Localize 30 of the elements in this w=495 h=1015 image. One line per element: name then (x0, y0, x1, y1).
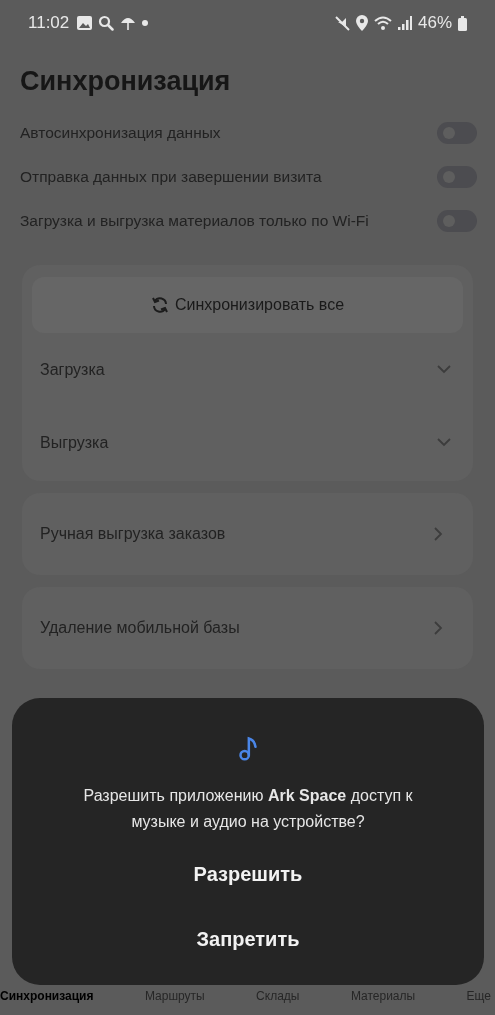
nav-tab[interactable]: Синхронизация (0, 989, 94, 1003)
page-title: Синхронизация (20, 66, 232, 97)
setting-label: Автосинхронизация данных (20, 123, 221, 143)
gallery-icon (77, 16, 93, 30)
sync-all-button[interactable]: Синхронизировать все (32, 277, 463, 333)
location-icon (355, 15, 368, 31)
umbrella-icon (120, 15, 137, 31)
dot-icon (142, 20, 149, 26)
refresh-icon (150, 296, 169, 314)
expandable-section[interactable]: Выгрузка (32, 406, 463, 479)
setting-label: Отправка данных при завершении визита (20, 167, 322, 187)
chevron-right-icon (434, 527, 443, 541)
battery-icon (458, 15, 467, 31)
chevron-icon (437, 365, 451, 374)
dialog-button[interactable]: Запретить (176, 920, 320, 959)
menu-item[interactable]: Удаление мобильной базы (22, 587, 473, 669)
setting-label: Загрузка и выгрузка материалов только по Wi-Fi (20, 211, 369, 231)
search-icon (98, 15, 115, 31)
dialog-message: Разрешить приложению Ark Space доступ к музыке и аудио на устройстве? (82, 786, 414, 832)
music-note-icon (237, 736, 259, 761)
expandable-section[interactable]: Загрузка (32, 333, 463, 406)
dialog-button[interactable]: Разрешить (173, 855, 323, 894)
chevron-icon (437, 438, 451, 447)
status-time: 11:02 (28, 13, 70, 33)
mute-icon (334, 15, 350, 31)
wifi-icon (373, 15, 392, 31)
menu-item[interactable]: Ручная выгрузка заказов (22, 493, 473, 575)
chevron-right-icon (434, 621, 443, 635)
battery-level: 46% (417, 13, 452, 33)
signal-icon (397, 16, 412, 30)
